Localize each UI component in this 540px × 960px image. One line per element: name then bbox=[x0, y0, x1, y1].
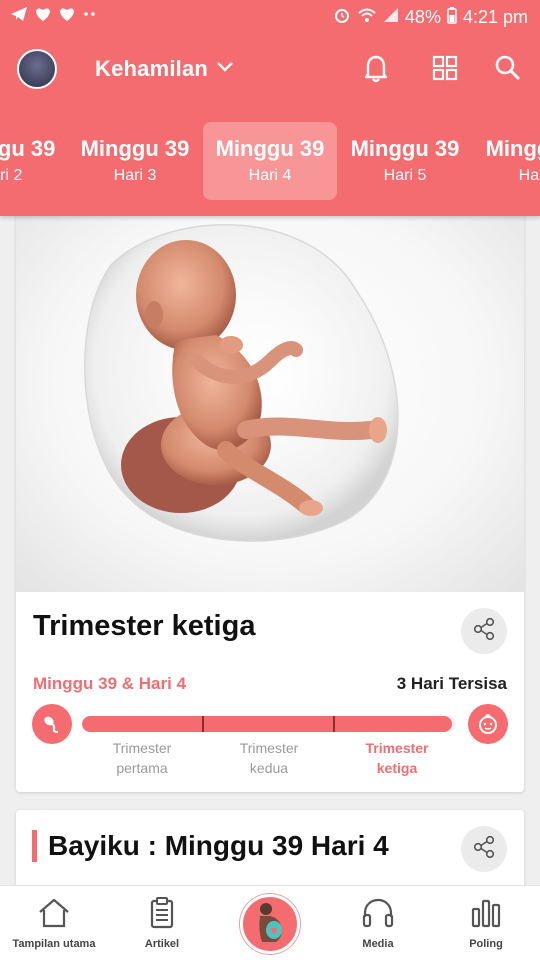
nav-label: Tampilan utama bbox=[12, 938, 96, 950]
share-button[interactable] bbox=[461, 608, 507, 654]
pregnancy-progress-bar bbox=[82, 716, 456, 732]
share-icon bbox=[471, 834, 497, 865]
wifi-icon bbox=[357, 7, 377, 28]
progress-divider bbox=[333, 716, 335, 732]
status-left bbox=[10, 6, 98, 27]
app-header: 48% 4:21 pm Kehamilan Minggu 39 Hari 2 M… bbox=[0, 0, 540, 216]
tab-week-label: Minggu 39 bbox=[80, 136, 190, 161]
bottom-navigation: Tampilan utama Artikel Media Poling bbox=[0, 885, 540, 960]
nav-label: Artikel bbox=[144, 938, 180, 950]
tab-day-label: Hari 2 bbox=[0, 167, 23, 184]
nav-label: Media bbox=[362, 938, 394, 950]
tab-week-label: Minggu 39 bbox=[215, 136, 325, 161]
avatar[interactable] bbox=[17, 49, 57, 89]
progress-divider bbox=[202, 716, 204, 732]
trimester-label: Trimester pertama bbox=[112, 740, 172, 776]
grid-icon[interactable] bbox=[428, 51, 462, 85]
telegram-icon bbox=[10, 6, 28, 27]
baby-card-title: Bayiku : Minggu 39 Hari 4 bbox=[48, 830, 389, 861]
tab-day-label: Hari 5 bbox=[383, 167, 427, 184]
search-icon[interactable] bbox=[491, 51, 525, 85]
trimester-title: Trimester ketiga bbox=[33, 610, 256, 642]
heart-icon bbox=[34, 6, 52, 27]
home-icon bbox=[36, 895, 72, 931]
tab-week-label: Minggu 39 bbox=[485, 136, 540, 161]
clipboard-icon bbox=[144, 895, 180, 931]
title-accent bbox=[32, 830, 37, 862]
page-title[interactable]: Kehamilan bbox=[95, 56, 208, 82]
headphones-icon bbox=[360, 895, 396, 931]
pregnancy-center-button[interactable] bbox=[240, 894, 300, 954]
tab-week-day[interactable]: Minggu 39 Hari 6 bbox=[473, 122, 540, 200]
tab-week-day-active[interactable]: Minggu 39 Hari 4 bbox=[203, 122, 337, 200]
sperm-icon bbox=[32, 704, 72, 744]
bar-chart-icon bbox=[468, 895, 504, 931]
alarm-icon bbox=[333, 6, 351, 29]
progress-fill bbox=[82, 716, 453, 732]
more-icon bbox=[82, 6, 98, 27]
tab-week-label: Minggu 39 bbox=[350, 136, 460, 161]
week-day-tabs: Minggu 39 Hari 2 Minggu 39 Hari 3 Minggu… bbox=[0, 122, 540, 200]
clock-text: 4:21 pm bbox=[462, 7, 528, 27]
nav-articles[interactable]: Artikel bbox=[108, 886, 216, 960]
trimester-card: Trimester ketiga Minggu 39 & Hari 4 3 Ha… bbox=[16, 210, 524, 792]
nav-media[interactable]: Media bbox=[324, 886, 432, 960]
top-bar: Kehamilan bbox=[0, 44, 540, 94]
battery-icon bbox=[447, 6, 457, 29]
nav-polls[interactable]: Poling bbox=[432, 886, 540, 960]
baby-face-icon bbox=[468, 704, 508, 744]
trimester-label-current: Trimester ketiga bbox=[365, 740, 429, 776]
share-icon bbox=[471, 616, 497, 647]
tab-week-day[interactable]: Minggu 39 Hari 5 bbox=[338, 122, 472, 200]
chevron-down-icon[interactable] bbox=[215, 60, 235, 79]
tab-week-day[interactable]: Minggu 39 Hari 3 bbox=[68, 122, 202, 200]
days-remaining: 3 Hari Tersisa bbox=[396, 674, 507, 693]
nav-home[interactable]: Tampilan utama bbox=[0, 886, 108, 960]
trimester-label: Trimester kedua bbox=[239, 740, 299, 776]
status-bar: 48% 4:21 pm bbox=[0, 0, 540, 34]
tab-week-day[interactable]: Minggu 39 Hari 2 bbox=[0, 122, 68, 200]
battery-text: 48% bbox=[404, 7, 441, 27]
bell-icon[interactable] bbox=[359, 51, 393, 85]
share-button[interactable] bbox=[461, 826, 507, 872]
pregnancy-icon bbox=[250, 900, 290, 949]
heart-icon bbox=[58, 6, 76, 27]
current-week-day: Minggu 39 & Hari 4 bbox=[33, 674, 187, 693]
signal-icon bbox=[383, 7, 399, 28]
tab-day-label: Hari 4 bbox=[248, 167, 292, 184]
tab-week-label: Minggu 39 bbox=[0, 136, 56, 161]
tab-day-label: Hari 6 bbox=[518, 167, 540, 184]
fetus-illustration bbox=[16, 210, 524, 592]
tab-day-label: Hari 3 bbox=[113, 167, 157, 184]
nav-label: Poling bbox=[469, 938, 503, 950]
status-right: 48% 4:21 pm bbox=[333, 6, 528, 29]
